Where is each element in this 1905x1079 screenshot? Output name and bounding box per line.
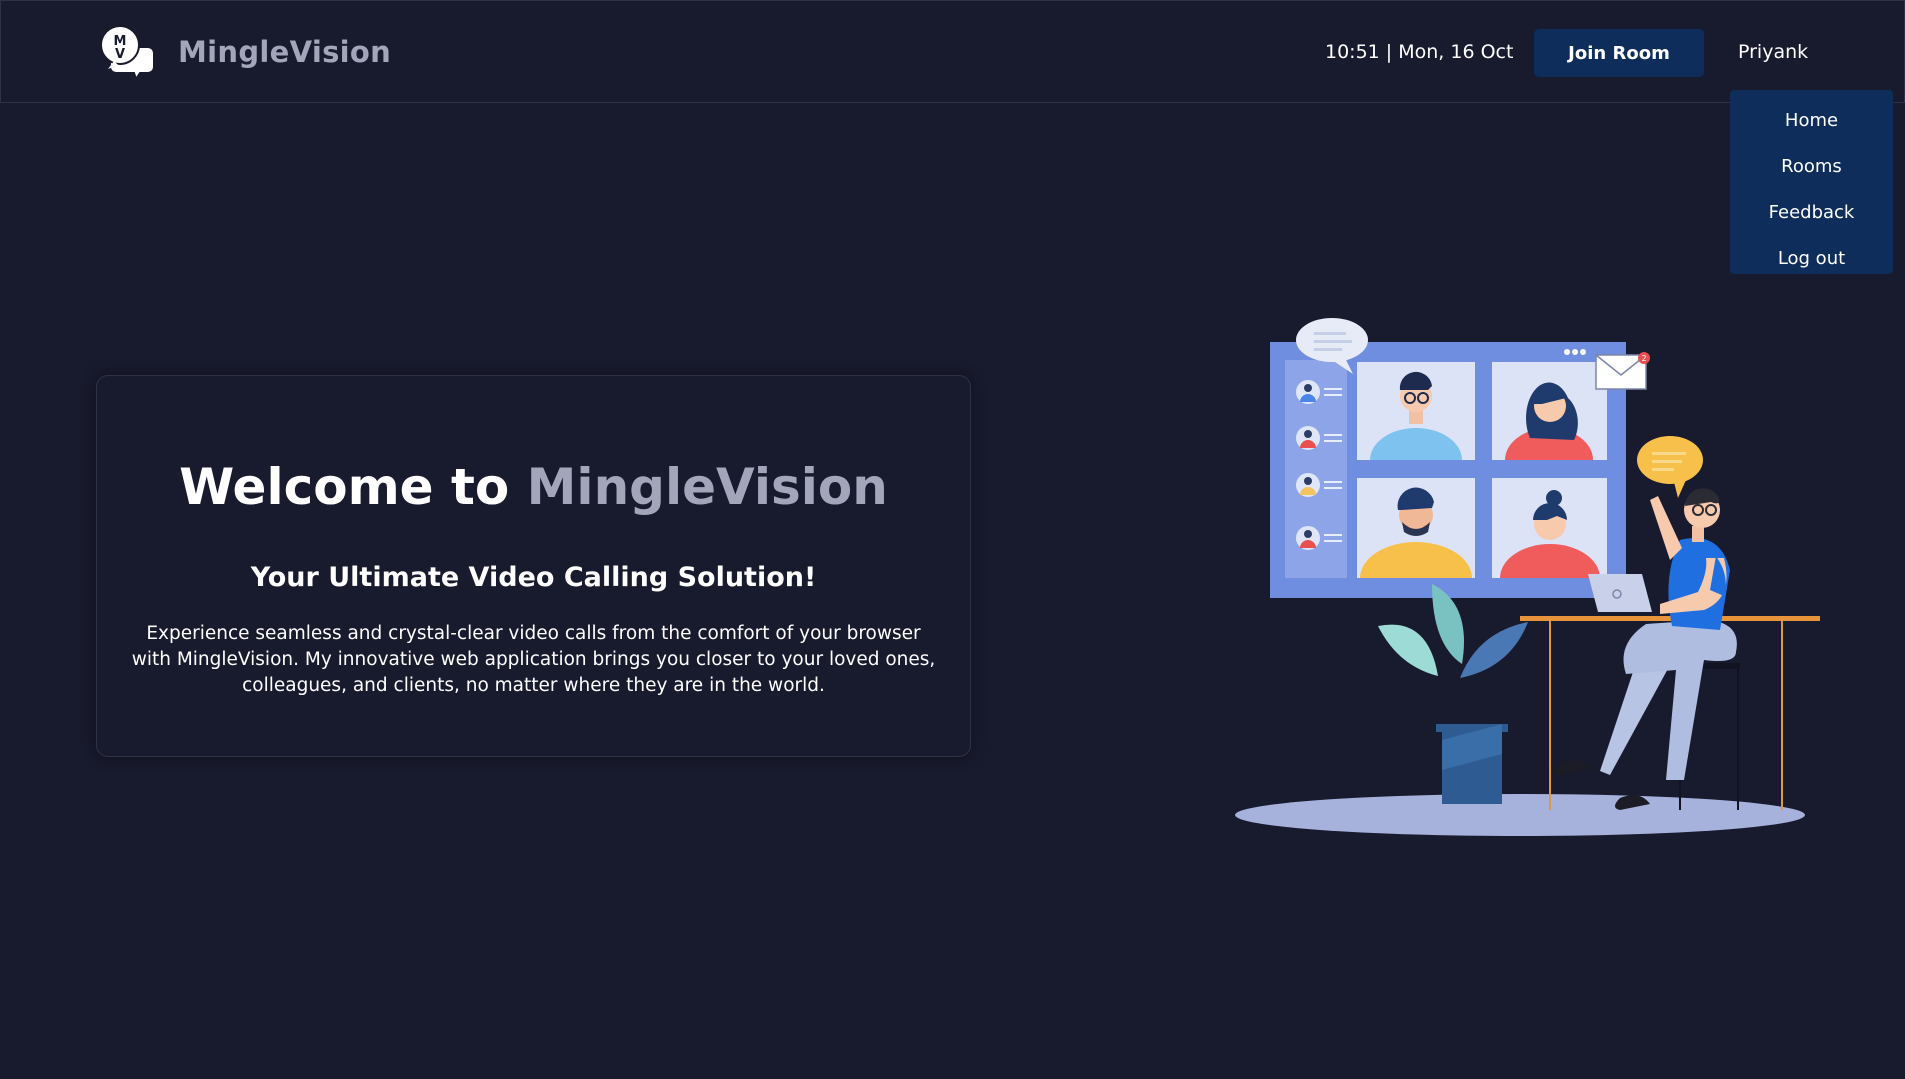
hero-title-prefix: Welcome to <box>179 458 510 516</box>
video-tile-1 <box>1357 362 1475 460</box>
video-tile-3 <box>1357 478 1475 578</box>
hero-description: Experience seamless and crystal-clear vi… <box>131 623 936 696</box>
menu-item-logout[interactable]: Log out <box>1730 236 1893 282</box>
hero-title: Welcome to MingleVision <box>97 458 970 516</box>
brand[interactable]: M V MingleVision <box>98 25 391 79</box>
mail-badge: 2 <box>1641 354 1646 363</box>
floor-ellipse <box>1235 794 1805 836</box>
logo-icon: M V <box>100 25 155 79</box>
tile-divider <box>1357 462 1607 476</box>
datetime: 10:51 | Mon, 16 Oct <box>1325 41 1514 63</box>
brand-name: MingleVision <box>178 35 392 69</box>
video-tile-2 <box>1492 362 1607 460</box>
more-options-icon <box>1564 349 1586 355</box>
mail-icon: 2 <box>1595 352 1650 390</box>
join-room-button[interactable]: Join Room <box>1534 29 1704 77</box>
user-dropdown-menu: Home Rooms Feedback Log out <box>1730 90 1893 274</box>
logo-text-bottom: V <box>115 47 125 62</box>
menu-item-feedback[interactable]: Feedback <box>1730 190 1893 236</box>
message-bubble-icon <box>1637 436 1703 498</box>
menu-item-rooms[interactable]: Rooms <box>1730 144 1893 190</box>
user-menu-toggle[interactable]: Priyank <box>1738 41 1808 63</box>
video-call-illustration: 2 <box>1235 318 1820 836</box>
menu-item-home[interactable]: Home <box>1730 98 1893 144</box>
navbar: M V MingleVision 10:51 | Mon, 16 Oct Joi… <box>0 0 1905 103</box>
hero-title-brand: MingleVision <box>526 458 888 516</box>
hero-card: Welcome to MingleVision Your Ultimate Vi… <box>96 375 971 757</box>
hero-subtitle: Your Ultimate Video Calling Solution! <box>250 562 817 593</box>
video-tile-4 <box>1492 478 1607 578</box>
plant-illustration <box>1378 584 1528 804</box>
